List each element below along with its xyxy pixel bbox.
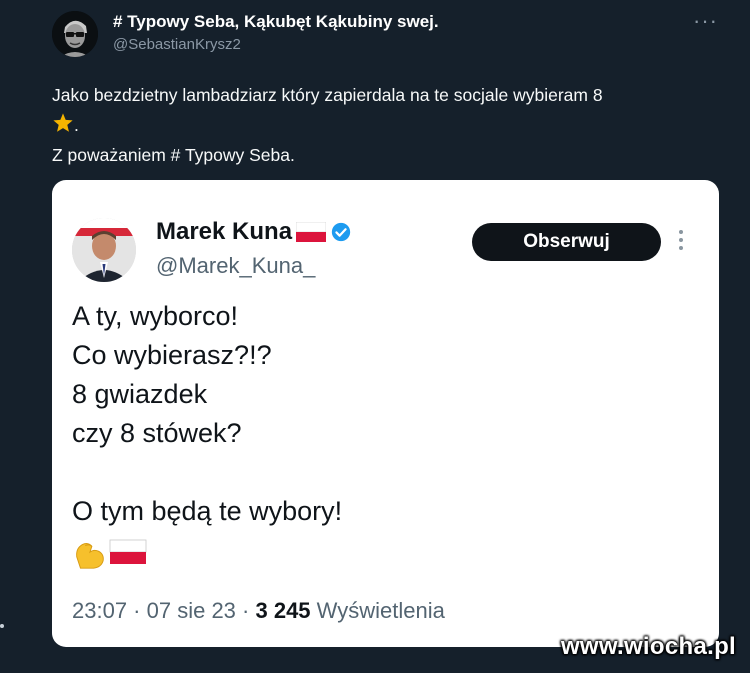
follow-button[interactable]: Obserwuj <box>472 223 661 261</box>
more-options-icon[interactable]: ··· <box>693 8 718 34</box>
tweet-text: Jako bezdzietny lambadziarz który zapier… <box>52 80 712 170</box>
quoted-text-line: czy 8 stówek? <box>72 418 242 448</box>
tweet-text-line: . <box>52 110 712 140</box>
quoted-author-name[interactable]: Marek Kuna <box>156 218 292 246</box>
quoted-author-avatar[interactable] <box>72 218 136 282</box>
watermark-text: www.wiocha.pl <box>560 633 736 660</box>
quoted-more-options-icon[interactable] <box>679 230 685 254</box>
quoted-author-handle[interactable]: @Marek_Kuna_ <box>156 253 315 279</box>
divider-dot <box>0 624 4 628</box>
quoted-text-line <box>72 453 692 492</box>
poland-flag-icon <box>109 539 147 564</box>
quoted-author-name-row[interactable]: Marek Kuna <box>156 218 352 246</box>
views-count: 3 245 <box>255 598 311 623</box>
avatar-face-icon <box>52 11 98 57</box>
views-label: Wyświetlenia <box>316 598 445 623</box>
author-handle[interactable]: @SebastianKrysz2 <box>113 36 241 53</box>
quoted-text-line: 8 gwiazdek <box>72 379 208 409</box>
quoted-text-line: Co wybierasz?!? <box>72 340 272 370</box>
quoted-tweet-text: A ty, wyborco! Co wybierasz?!? 8 gwiazde… <box>72 297 692 531</box>
flexed-biceps-icon <box>76 543 104 569</box>
quoted-time[interactable]: 23:07 <box>72 598 127 623</box>
tweet-text-line: Z poważaniem # Typowy Seba. <box>52 145 295 165</box>
portrait-icon <box>72 218 136 282</box>
emoji-row <box>72 537 147 571</box>
quoted-text-line: A ty, wyborco! <box>72 301 239 331</box>
quoted-text-line: O tym będą te wybory! <box>72 496 343 526</box>
star-emoji-icon <box>53 113 73 132</box>
tweet-text-line: Jako bezdzietny lambadziarz który zapier… <box>52 85 603 105</box>
poland-flag-icon <box>296 222 327 242</box>
quoted-date[interactable]: 07 sie 23 <box>147 598 236 623</box>
author-avatar[interactable] <box>52 11 98 57</box>
verified-badge-icon <box>331 222 351 242</box>
tweet-text-suffix: . <box>74 115 79 135</box>
quoted-meta: 23:07 · 07 sie 23 · 3 245 Wyświetlenia <box>72 598 445 623</box>
author-name[interactable]: # Typowy Seba, Kąkubęt Kąkubiny swej. <box>113 12 439 32</box>
quoted-tweet-card[interactable]: Marek Kuna @Marek_Kuna_ Obserwuj A ty, w… <box>52 180 719 647</box>
